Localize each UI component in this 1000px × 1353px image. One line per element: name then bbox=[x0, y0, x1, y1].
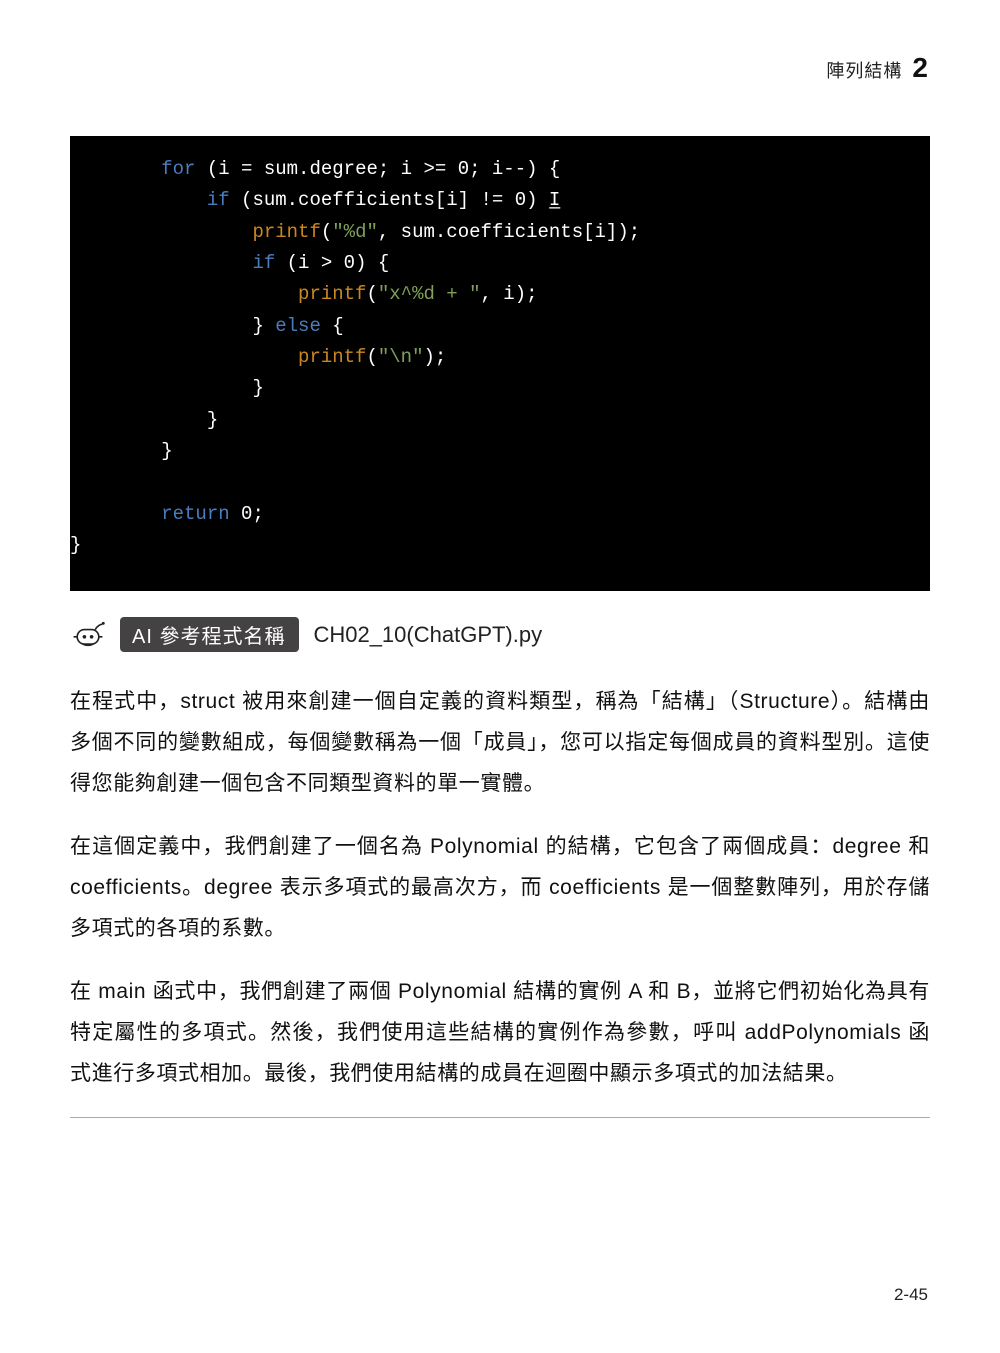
chapter-title: 陣列結構 bbox=[826, 57, 902, 83]
ai-reference-label: AI 參考程式名稱 bbox=[120, 617, 299, 652]
paragraph-2: 在這個定義中，我們創建了一個名為 Polynomial 的結構，它包含了兩個成員… bbox=[70, 827, 930, 950]
paragraph-3: 在 main 函式中，我們創建了兩個 Polynomial 結構的實例 A 和 … bbox=[70, 972, 930, 1095]
robot-icon bbox=[70, 620, 106, 650]
ai-reference-filename: CH02_10(ChatGPT).py bbox=[313, 622, 542, 648]
page-number: 2-45 bbox=[894, 1285, 928, 1305]
paragraph-1: 在程式中，struct 被用來創建一個自定義的資料類型，稱為「結構」（Struc… bbox=[70, 682, 930, 805]
body-text: 在程式中，struct 被用來創建一個自定義的資料類型，稱為「結構」（Struc… bbox=[70, 682, 930, 1094]
section-divider bbox=[70, 1117, 930, 1118]
chapter-number: 2 bbox=[912, 52, 928, 84]
page-header: 陣列結構 2 bbox=[826, 52, 928, 84]
ai-reference-row: AI 參考程式名稱 CH02_10(ChatGPT).py bbox=[70, 617, 930, 652]
code-block: for (i = sum.degree; i >= 0; i--) { if (… bbox=[70, 136, 930, 591]
